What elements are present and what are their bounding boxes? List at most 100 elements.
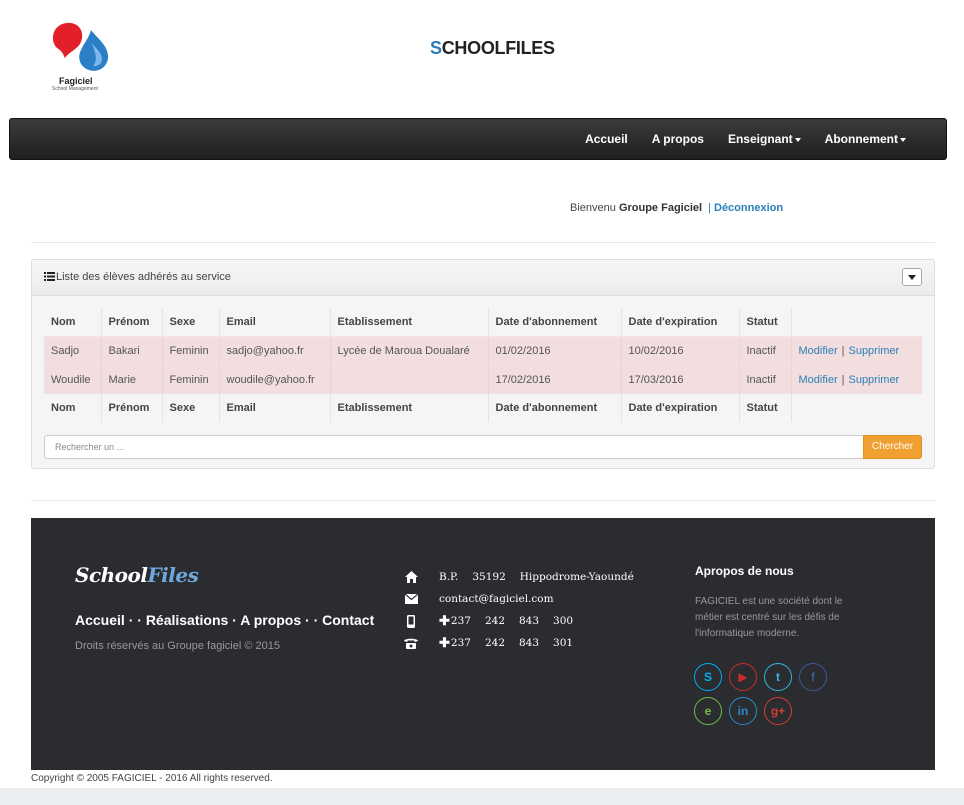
footer-link-accueil[interactable]: Accueil bbox=[75, 612, 125, 628]
divider bbox=[31, 500, 935, 501]
column-footer: Etablissement bbox=[330, 394, 489, 422]
main-navbar: Accueil A propos Enseignant Abonnement bbox=[9, 118, 947, 160]
site-title-rest: CHOOLFILES bbox=[441, 38, 555, 58]
logo-drops-icon bbox=[52, 22, 109, 71]
envelope-icon bbox=[403, 592, 419, 606]
address-number: 35192 bbox=[472, 571, 506, 583]
delete-link[interactable]: Supprimer bbox=[848, 374, 899, 386]
fagiciel-logo[interactable]: Fagiciel School Management bbox=[47, 18, 117, 94]
plus-icon: ✚ bbox=[439, 613, 450, 629]
table-footer-row: Nom Prénom Sexe Email Etablissement Date… bbox=[44, 394, 922, 422]
caret-down-icon bbox=[794, 137, 801, 142]
nav-items: Accueil A propos Enseignant Abonnement bbox=[573, 119, 918, 159]
modify-link[interactable]: Modifier bbox=[799, 374, 838, 386]
phone-mobile-part: 300 bbox=[553, 615, 574, 627]
welcome-line: Bienvenu Groupe Fagiciel | Déconnexion bbox=[570, 202, 783, 214]
phone-fixed-part: 237 bbox=[450, 637, 471, 649]
search-input[interactable] bbox=[44, 435, 864, 459]
table-header-row: Nom Prénom Sexe Email Etablissement Date… bbox=[44, 308, 922, 336]
footer-brand-logo[interactable]: SchoolFiles bbox=[75, 563, 199, 587]
column-header: Prénom bbox=[101, 308, 163, 336]
column-header-actions bbox=[791, 308, 922, 336]
column-footer-actions bbox=[791, 394, 922, 422]
caret-down-icon bbox=[900, 137, 906, 142]
column-header: Email bbox=[219, 308, 331, 336]
logout-link[interactable]: Déconnexion bbox=[714, 202, 783, 214]
cell-sexe: Feminin bbox=[162, 364, 220, 394]
footer-link-contact[interactable]: Contact bbox=[322, 612, 374, 628]
footer-rights: Droits réservés au Groupe fagiciel © 201… bbox=[75, 640, 280, 652]
table-row: Woudile Marie Feminin woudile@yahoo.fr 1… bbox=[44, 364, 922, 394]
linkedin-icon[interactable]: in bbox=[729, 697, 757, 725]
copyright-text: Copyright © 2005 FAGICIEL - 2016 All rig… bbox=[31, 773, 273, 784]
delete-link[interactable]: Supprimer bbox=[848, 345, 899, 357]
cell-actions: Modifier | Supprimer bbox=[791, 364, 922, 394]
contact-email: contact@fagiciel.com bbox=[403, 588, 634, 610]
divider bbox=[31, 242, 935, 243]
action-separator: | bbox=[841, 373, 845, 386]
footer-link-separator: · · bbox=[124, 612, 146, 628]
cell-email: woudile@yahoo.fr bbox=[219, 364, 331, 394]
cell-date-expiration: 10/02/2016 bbox=[621, 335, 740, 365]
search-button[interactable]: Chercher bbox=[863, 435, 922, 459]
phone-mobile-part: 242 bbox=[484, 615, 505, 627]
table-row: Sadjo Bakari Feminin sadjo@yahoo.fr Lycé… bbox=[44, 335, 922, 365]
column-header: Etablissement bbox=[330, 308, 489, 336]
chevron-down-icon bbox=[908, 274, 916, 280]
nav-label: Accueil bbox=[585, 132, 628, 146]
googleplus-icon[interactable]: g+ bbox=[764, 697, 792, 725]
column-header: Sexe bbox=[162, 308, 220, 336]
action-separator: | bbox=[841, 344, 845, 357]
list-icon bbox=[44, 272, 55, 281]
phone-mobile-part: 843 bbox=[519, 615, 540, 627]
column-footer: Nom bbox=[44, 394, 102, 422]
column-header: Date d'abonnement bbox=[488, 308, 622, 336]
cell-nom: Sadjo bbox=[44, 335, 102, 365]
collapse-toggle-button[interactable] bbox=[902, 268, 922, 286]
social-icons: S ▶ t f e in g+ bbox=[694, 663, 830, 725]
skype-icon[interactable]: S bbox=[694, 663, 722, 691]
nav-item-accueil[interactable]: Accueil bbox=[573, 119, 640, 159]
column-footer: Date d'expiration bbox=[621, 394, 740, 422]
about-title: Apropos de nous bbox=[695, 564, 794, 578]
phone-fixed-part: 301 bbox=[553, 637, 574, 649]
cell-etablissement bbox=[330, 364, 489, 394]
nav-label: A propos bbox=[651, 132, 704, 146]
contact-email-text[interactable]: contact@fagiciel.com bbox=[439, 593, 554, 605]
bottom-bar bbox=[0, 788, 964, 805]
cell-nom: Woudile bbox=[44, 364, 102, 394]
site-title-initial: S bbox=[430, 38, 442, 58]
footer-link-realisations[interactable]: Réalisations bbox=[146, 612, 228, 628]
mobile-phone-icon bbox=[403, 614, 419, 628]
column-header: Date d'expiration bbox=[621, 308, 740, 336]
modify-link[interactable]: Modifier bbox=[799, 345, 838, 357]
contact-mobile: ✚ 237 242 843 300 bbox=[403, 610, 634, 632]
nav-item-abonnement-dropdown[interactable]: Abonnement bbox=[813, 119, 918, 159]
contact-address: B.P. 35192 Hippodrome-Yaoundé bbox=[403, 566, 634, 588]
cell-etablissement: Lycée de Maroua Doualaré bbox=[330, 335, 489, 365]
cell-date-abonnement: 17/02/2016 bbox=[488, 364, 622, 394]
facebook-icon[interactable]: f bbox=[799, 663, 827, 691]
cell-date-expiration: 17/03/2016 bbox=[621, 364, 740, 394]
home-icon bbox=[403, 570, 419, 584]
youtube-icon[interactable]: ▶ bbox=[729, 663, 757, 691]
welcome-user: Groupe Fagiciel bbox=[618, 202, 703, 214]
footer-link-separator: · bbox=[228, 612, 241, 628]
site-title: SCHOOLFILES bbox=[430, 38, 555, 59]
footer-contacts: B.P. 35192 Hippodrome-Yaoundé contact@fa… bbox=[403, 566, 634, 654]
footer-link-a-propos[interactable]: A propos bbox=[240, 612, 301, 628]
panel-title-text: Liste des élèves adhérés au service bbox=[56, 271, 231, 283]
students-panel: Liste des élèves adhérés au service Nom … bbox=[31, 259, 935, 469]
nav-item-enseignant-dropdown[interactable]: Enseignant bbox=[716, 119, 813, 159]
site-footer: SchoolFiles Accueil · · Réalisations · A… bbox=[31, 518, 935, 770]
twitter-icon[interactable]: t bbox=[764, 663, 792, 691]
cell-email: sadjo@yahoo.fr bbox=[219, 335, 331, 365]
footer-brand-part2: Files bbox=[147, 563, 199, 587]
nav-label: Abonnement bbox=[824, 132, 898, 146]
welcome-prefix: Bienvenu bbox=[570, 202, 616, 214]
welcome-separator: | bbox=[708, 202, 711, 214]
column-footer: Date d'abonnement bbox=[488, 394, 622, 422]
column-footer: Statut bbox=[739, 394, 792, 422]
evernote-icon[interactable]: e bbox=[694, 697, 722, 725]
nav-item-a-propos[interactable]: A propos bbox=[640, 119, 716, 159]
